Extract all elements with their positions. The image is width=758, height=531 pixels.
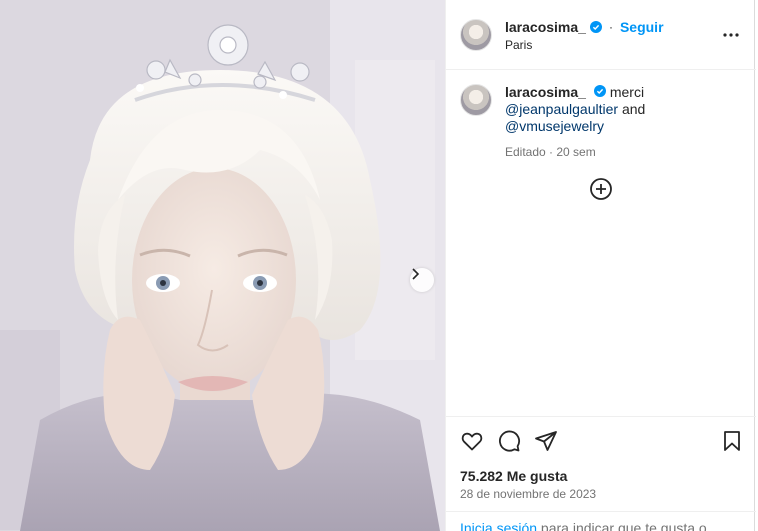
caption-avatar[interactable] [460,84,492,116]
chevron-right-icon [412,268,420,280]
caption-meta: Editado · 20 sem [505,145,596,159]
post-photo[interactable] [0,0,445,531]
caption-body: laracosima_ merci @jeanpaulgaultier and … [505,84,645,161]
carousel-next-button[interactable] [410,268,434,292]
login-link[interactable]: Inicia sesión [460,520,537,531]
add-comment-button[interactable] [589,177,613,201]
verified-badge-icon [593,85,606,97]
caption-text: merci [609,84,645,100]
post-caption: laracosima_ merci @jeanpaulgaultier and … [460,84,740,161]
post-date[interactable]: 28 de noviembre de 2023 [460,487,596,501]
add-circle-icon [590,178,612,200]
author-info: laracosima_ · Seguir Paris [505,18,664,52]
share-button[interactable] [534,429,558,453]
comment-button[interactable] [497,429,521,453]
paper-plane-icon [535,431,557,451]
login-prompt-text: para indicar que te gusta o [537,520,707,531]
like-button[interactable] [460,429,484,453]
verified-badge-icon [589,20,602,33]
more-options-button[interactable] [722,26,740,44]
portrait-illustration [0,0,445,531]
separator-dot: · [608,19,613,34]
post-location[interactable]: Paris [505,38,664,52]
likes-count[interactable]: 75.282 Me gusta [460,468,567,484]
follow-button[interactable]: Seguir [620,19,664,35]
post-side-panel: laracosima_ · Seguir Paris laracosima_ m… [445,0,756,531]
post-header: laracosima_ · Seguir Paris [446,0,756,70]
caption-conjunction: and [621,101,646,117]
avatar[interactable] [460,18,492,51]
action-icons-row [460,429,742,455]
heart-icon [461,432,483,451]
caption-username[interactable]: laracosima_ [505,84,586,100]
instagram-post: laracosima_ · Seguir Paris laracosima_ m… [0,0,758,531]
author-username[interactable]: laracosima_ [505,19,586,35]
more-horizontal-icon [723,33,739,37]
author-line: laracosima_ · Seguir [505,18,664,36]
bookmark-icon [724,431,740,451]
login-prompt: Inicia sesión para indicar que te gusta … [446,511,756,531]
mention-link[interactable]: @jeanpaulgaultier [505,101,618,117]
comment-bubble-icon [499,430,520,452]
save-button[interactable] [720,429,744,453]
post-actions: 75.282 Me gusta 28 de noviembre de 2023 … [446,416,756,531]
mention-link[interactable]: @vmusejewelry [505,118,604,134]
